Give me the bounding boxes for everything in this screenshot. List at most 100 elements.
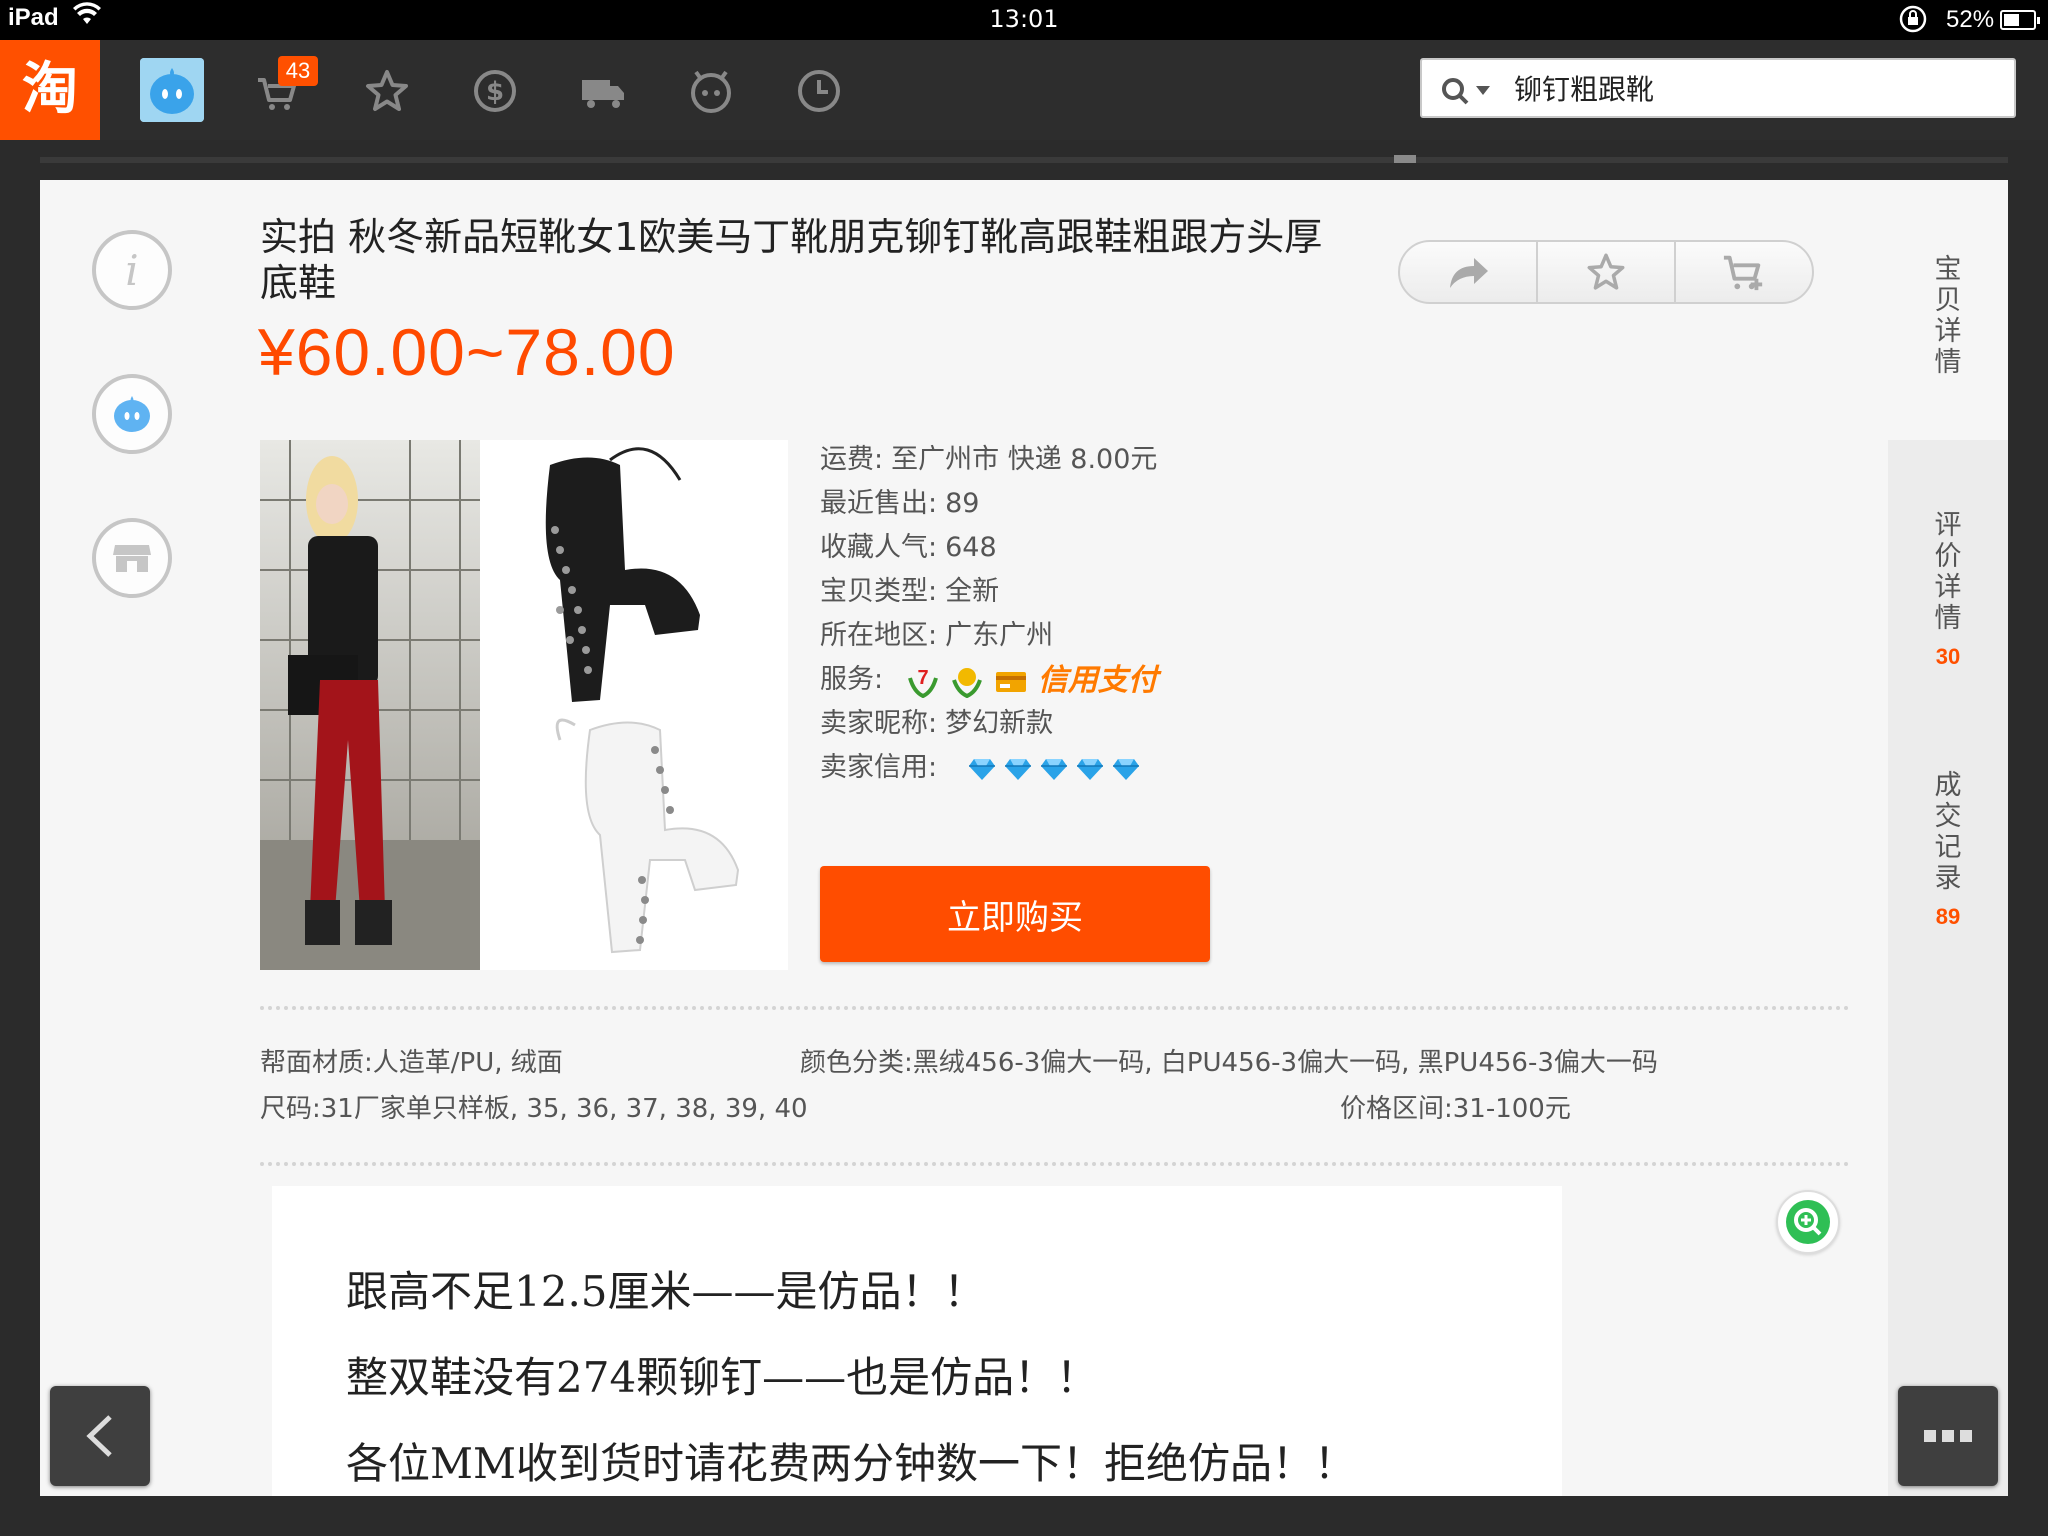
tab-transactions[interactable]: 成交记录 89 <box>1888 770 2008 930</box>
shop-icon <box>113 545 151 572</box>
spec-label: 收藏人气: <box>820 532 938 563</box>
description-line: 各位MM收到货时请花费两分钟数一下！拒绝仿品！！ <box>346 1439 1357 1488</box>
svg-text:i: i <box>125 246 138 295</box>
spec-label: 卖家信用: <box>820 752 938 783</box>
diamond-icon <box>968 758 995 780</box>
spec-row-shipping: 运费: 至广州市 快递 8.00元 <box>820 438 1158 482</box>
tab-label: 评价详情 <box>1934 510 1962 634</box>
spec-row-service: 服务: 7 信用支付 <box>820 658 1158 702</box>
info-icon: i <box>125 246 138 295</box>
spec-label: 宝贝类型: <box>820 576 938 607</box>
more-dot-icon <box>1960 1430 1972 1442</box>
share-button[interactable] <box>1400 242 1538 302</box>
diamond-icon <box>1040 758 1067 780</box>
rotation-lock-icon <box>1898 4 1928 40</box>
add-to-cart-button[interactable] <box>1676 242 1812 302</box>
product-image[interactable] <box>260 440 788 970</box>
clock-icon[interactable] <box>794 66 844 116</box>
spec-row-sold: 最近售出: 89 <box>820 482 1158 526</box>
favorite-button[interactable] <box>1538 242 1676 302</box>
detail-tabs: 宝贝详情 评价详情 30 成交记录 89 <box>1888 180 2008 1496</box>
tab-item-details[interactable]: 宝贝详情 <box>1888 180 2008 440</box>
star-icon <box>1587 253 1625 290</box>
back-button[interactable] <box>50 1386 150 1486</box>
spec-value: 至广州市 快递 8.00元 <box>891 444 1158 475</box>
taobao-logo[interactable]: 淘 <box>0 40 100 140</box>
zoom-button[interactable] <box>1776 1190 1840 1254</box>
face-icon[interactable] <box>686 66 736 116</box>
seller-nick[interactable]: 梦幻新款 <box>945 708 1053 739</box>
chat-button[interactable] <box>92 374 172 454</box>
spec-value: 89 <box>945 488 980 519</box>
search-icon[interactable] <box>1440 76 1474 106</box>
wangwang-icon <box>114 396 150 432</box>
product-detail-card: i 实拍 秋冬新品短靴女1欧美马丁靴朋克铆钉靴高跟鞋粗跟方头厚底鞋 ¥60.00… <box>40 180 2008 1496</box>
zoom-in-icon <box>1786 1200 1830 1244</box>
attr-size: 尺码:31厂家单只样板, 35, 36, 37, 38, 39, 40 <box>260 1094 808 1124</box>
chevron-left-icon <box>86 1415 112 1457</box>
more-button[interactable] <box>1898 1386 1998 1486</box>
product-specs: 运费: 至广州市 快递 8.00元 最近售出: 89 收藏人气: 648 宝贝类型: 全… <box>820 438 1158 790</box>
divider <box>260 1006 1850 1010</box>
page-indicator-track <box>40 157 2008 163</box>
attr-color: 颜色分类:黑绒456-3偏大一码, 白PU456-3偏大一码, 黑PU456-3… <box>800 1048 1658 1078</box>
tab-label: 成交记录 <box>1934 770 1962 894</box>
spec-value: 广东广州 <box>945 620 1054 651</box>
seller-credit-diamonds <box>968 757 1140 781</box>
spec-label: 运费: <box>820 444 884 475</box>
tab-label: 宝贝详情 <box>1934 254 1962 378</box>
product-title: 实拍 秋冬新品短靴女1欧美马丁靴朋克铆钉靴高跟鞋粗跟方头厚底鞋 <box>260 215 1323 305</box>
spec-label: 最近售出: <box>820 488 938 519</box>
battery-icon <box>2000 10 2040 30</box>
clock-time: 13:01 <box>989 5 1059 33</box>
spec-row-seller-nick: 卖家昵称: 梦幻新款 <box>820 702 1158 746</box>
cart-count-badge: 43 <box>278 56 318 86</box>
divider <box>260 1162 1850 1166</box>
spec-value: 全新 <box>945 576 1000 607</box>
avatar-icon[interactable] <box>140 58 204 122</box>
attr-price-range: 价格区间:31-100元 <box>1340 1094 1571 1124</box>
product-price: ¥60.00~78.00 <box>258 315 676 389</box>
svg-text:7: 7 <box>917 667 928 689</box>
shop-button[interactable] <box>92 518 172 598</box>
battery-level <box>2004 14 2019 26</box>
status-bar: iPad 13:01 52% <box>0 0 2048 40</box>
spec-label: 卖家昵称: <box>820 708 938 739</box>
truck-icon[interactable] <box>578 66 628 116</box>
diamond-icon <box>1004 758 1031 780</box>
diamond-icon <box>1076 758 1103 780</box>
spec-label: 服务: <box>820 664 884 695</box>
spec-row-favorites: 收藏人气: 648 <box>820 526 1158 570</box>
credit-pay-badge[interactable]: 信用支付 <box>1038 659 1158 703</box>
spec-label: 所在地区: <box>820 620 938 651</box>
chevron-down-icon[interactable] <box>1476 86 1490 95</box>
spec-value: 648 <box>945 532 997 563</box>
card-icon[interactable] <box>994 664 1028 698</box>
diamond-icon <box>1112 758 1139 780</box>
battery-percent: 52% <box>1946 6 1995 33</box>
guarantee-icon[interactable] <box>950 664 984 698</box>
search-input[interactable] <box>1514 66 2004 110</box>
transaction-count: 89 <box>1935 904 1961 929</box>
svg-text:$: $ <box>486 77 504 107</box>
product-actions <box>1398 240 1814 304</box>
attr-material: 帮面材质:人造革/PU, 绒面 <box>260 1048 563 1078</box>
search-box[interactable] <box>1420 58 2016 118</box>
page-indicator-mark <box>1394 155 1416 163</box>
add-cart-icon <box>1723 255 1763 291</box>
description-line: 整双鞋没有274颗铆钉——也是仿品！！ <box>346 1353 1099 1402</box>
description-line: 跟高不足12.5厘米——是仿品！！ <box>346 1267 986 1316</box>
top-toolbar: 淘 43 $ <box>0 40 2048 140</box>
buy-now-button[interactable]: 立即购买 <box>820 866 1210 962</box>
description-image: 跟高不足12.5厘米——是仿品！！ 整双鞋没有274颗铆钉——也是仿品！！ 各位… <box>272 1186 1562 1496</box>
spec-row-type: 宝贝类型: 全新 <box>820 570 1158 614</box>
dollar-icon[interactable]: $ <box>470 66 520 116</box>
tab-reviews[interactable]: 评价详情 30 <box>1888 510 2008 670</box>
info-button[interactable]: i <box>92 230 172 310</box>
share-icon <box>1450 258 1488 288</box>
review-count: 30 <box>1935 644 1961 669</box>
spec-row-location: 所在地区: 广东广州 <box>820 614 1158 658</box>
star-icon[interactable] <box>362 66 412 116</box>
more-dot-icon <box>1924 1430 1936 1442</box>
seven-day-icon[interactable]: 7 <box>906 664 940 698</box>
